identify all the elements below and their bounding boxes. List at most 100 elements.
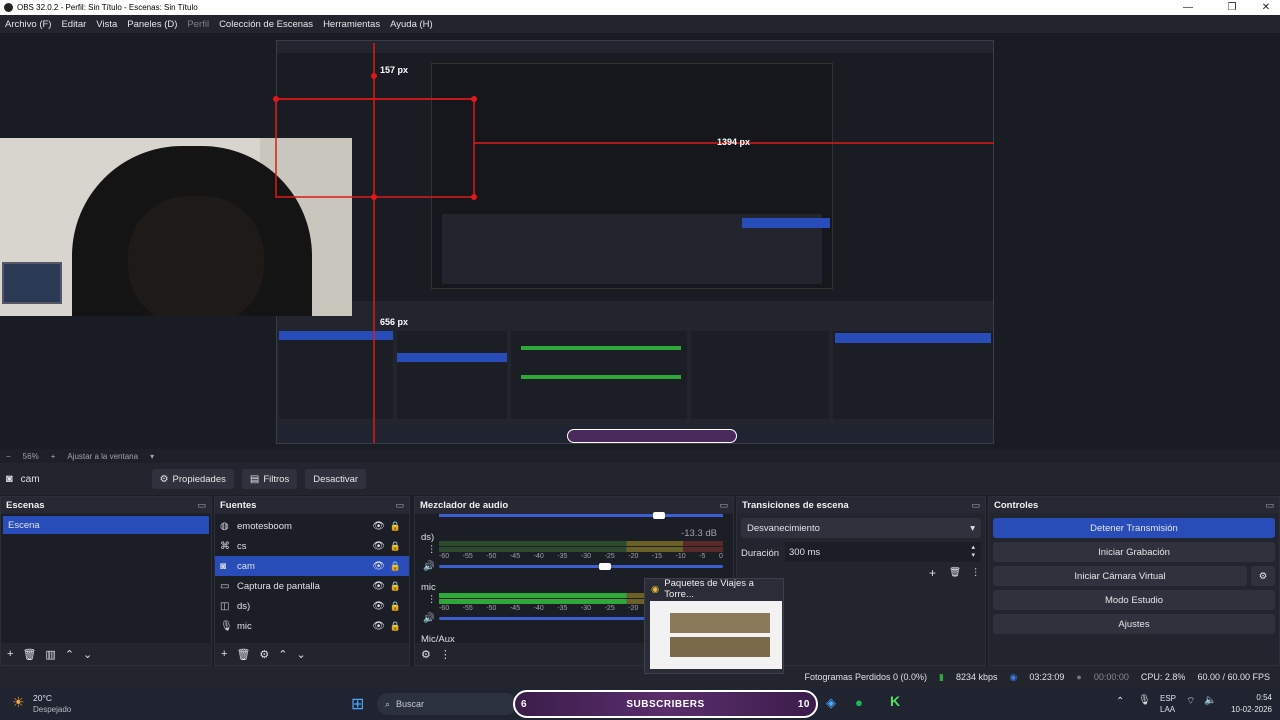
microphone-icon[interactable]: 🎙 (1138, 695, 1151, 706)
filter-icon: ▤ (249, 473, 260, 485)
source-name: mic (237, 620, 252, 632)
record-icon: ● (1076, 672, 1082, 682)
visibility-eye-icon[interactable]: 👁 (372, 621, 385, 632)
move-down-button[interactable]: ⌄ (83, 648, 92, 661)
language-indicator[interactable]: ESP LAA (1160, 693, 1176, 715)
transition-menu-icon[interactable]: ⋮ (971, 567, 981, 578)
visibility-eye-icon[interactable]: 👁 (372, 561, 385, 572)
menu-coleccion-escenas[interactable]: Colección de Escenas (219, 19, 313, 30)
weather-temp[interactable]: 20°C (33, 693, 52, 703)
studio-mode-button[interactable]: Modo Estudio (993, 590, 1275, 610)
undock-icon[interactable]: ▭ (395, 500, 404, 511)
weather-icon[interactable]: ☀ (12, 694, 25, 711)
speaker-icon[interactable]: 🔊 (423, 561, 435, 572)
remove-source-button[interactable]: 🗑 (236, 648, 250, 661)
properties-button[interactable]: ⚙ Propiedades (151, 469, 234, 489)
channel-menu-icon[interactable]: ⋮ (427, 594, 437, 605)
status-bar: Fotogramas Perdidos 0 (0.0%) ▮ 8234 kbps… (0, 666, 1280, 688)
volume-icon[interactable]: 🔈 (1204, 695, 1216, 706)
lock-icon[interactable]: 🔒 (390, 601, 401, 612)
stream-icon: ◉ (1009, 671, 1018, 682)
zoom-in-button[interactable]: + (51, 452, 56, 461)
channel-menu-icon[interactable]: ⋮ (427, 544, 437, 555)
visibility-eye-icon[interactable]: 👁 (372, 521, 385, 532)
mixer-settings-icon[interactable]: ⚙ (421, 648, 431, 661)
source-properties-button[interactable]: ⚙ (259, 648, 269, 661)
taskbar-preview-popup[interactable]: ◉ Paquetes de Viajes a Torre... (644, 578, 784, 674)
volume-fader[interactable] (439, 565, 723, 568)
lock-icon[interactable]: 🔒 (390, 621, 401, 632)
visibility-eye-icon[interactable]: 👁 (372, 601, 385, 612)
speaker-icon[interactable]: 🔊 (423, 613, 435, 624)
move-up-button[interactable]: ⌃ (278, 648, 287, 661)
duration-input[interactable]: 300 ms ▴ ▾ (785, 542, 981, 562)
menu-editar[interactable]: Editar (61, 19, 86, 30)
add-transition-button[interactable]: + (929, 566, 936, 580)
kick-icon[interactable]: K (890, 693, 900, 709)
undock-icon[interactable]: ▭ (719, 500, 728, 511)
start-virtual-cam-button[interactable]: Iniciar Cámara Virtual (993, 566, 1247, 586)
settings-button[interactable]: Ajustes (993, 614, 1275, 634)
stop-stream-button[interactable]: Detener Transmisión (993, 518, 1275, 538)
spotify-icon[interactable]: ● (855, 695, 863, 710)
close-button[interactable]: ✕ (1246, 0, 1280, 15)
menu-vista[interactable]: Vista (96, 19, 117, 30)
remove-transition-button[interactable]: 🗑 (949, 567, 961, 578)
move-down-button[interactable]: ⌄ (297, 648, 306, 661)
taskbar-search[interactable]: ⌕ Buscar (377, 693, 517, 715)
dropped-frames: Fotogramas Perdidos 0 (0.0%) (804, 672, 928, 682)
filters-button[interactable]: ▤ Filtros (241, 469, 298, 489)
remove-scene-button[interactable]: 🗑 (22, 648, 36, 661)
minimize-button[interactable]: — (1168, 0, 1208, 15)
wifi-icon[interactable]: ⌔ (1186, 695, 1195, 708)
scale-tick: -55 (462, 605, 473, 612)
lock-icon[interactable]: 🔒 (390, 581, 401, 592)
source-row-emotesboom[interactable]: ◍ emotesboom 👁 🔒 (215, 516, 409, 536)
fader-knob[interactable] (599, 563, 611, 570)
deactivate-button[interactable]: Desactivar (305, 469, 367, 489)
weather-desc[interactable]: Despejado (33, 705, 71, 714)
move-up-button[interactable]: ⌃ (65, 648, 74, 661)
source-row-cs[interactable]: ⌘ cs 👁 🔒 (215, 536, 409, 556)
undock-icon[interactable]: ▭ (1265, 500, 1274, 511)
lock-icon[interactable]: 🔒 (390, 521, 401, 532)
zoom-fit-label[interactable]: Ajustar a la ventana (67, 452, 138, 461)
preview-canvas[interactable]: 157 px 1394 px 656 px (0, 33, 1280, 449)
menu-archivo[interactable]: Archivo (F) (5, 19, 51, 30)
undock-icon[interactable]: ▭ (971, 500, 980, 511)
source-row-mic[interactable]: 🎙 mic 👁 🔒 (215, 616, 409, 636)
virtual-cam-settings-button[interactable]: ⚙ (1251, 566, 1275, 586)
chevron-up-icon[interactable]: ⌃ (1116, 696, 1124, 707)
popup-thumbnail[interactable] (650, 601, 782, 669)
overlay-right-count: 10 (797, 698, 810, 710)
scale-tick: -30 (580, 553, 592, 560)
undock-icon[interactable]: ▭ (197, 500, 206, 511)
add-scene-button[interactable]: + (7, 648, 13, 660)
spin-icon[interactable]: ▴ ▾ (971, 544, 975, 560)
menu-herramientas[interactable]: Herramientas (323, 19, 380, 30)
source-row-captura[interactable]: ▭ Captura de pantalla 👁 🔒 (215, 576, 409, 596)
visibility-eye-icon[interactable]: 👁 (372, 581, 385, 592)
lock-icon[interactable]: 🔒 (390, 561, 401, 572)
mixer-menu-icon[interactable]: ⋮ (440, 648, 451, 661)
menu-perfil[interactable]: Perfil (187, 19, 209, 30)
start-recording-button[interactable]: Iniciar Grabación (993, 542, 1275, 562)
zoom-out-button[interactable]: − (6, 452, 11, 461)
scene-item[interactable]: Escena (3, 516, 209, 534)
menu-paneles[interactable]: Paneles (D) (127, 19, 177, 30)
app-icon[interactable]: ◈ (826, 695, 836, 711)
transition-select[interactable]: Desvanecimiento ▾ (741, 518, 981, 538)
visibility-eye-icon[interactable]: 👁 (372, 541, 385, 552)
source-row-cam[interactable]: ◙ cam 👁 🔒 (215, 556, 409, 576)
scale-tick: -50 (486, 553, 497, 560)
scale-tick: -60 (439, 553, 450, 560)
scale-tick: -40 (533, 553, 544, 560)
clock[interactable]: 0:54 10-02-2026 (1231, 692, 1272, 716)
lock-icon[interactable]: 🔒 (390, 541, 401, 552)
scene-filters-button[interactable]: ▥ (45, 648, 55, 661)
windows-start-icon[interactable]: ⊞ (351, 694, 364, 714)
add-source-button[interactable]: + (221, 648, 227, 660)
source-row-ds[interactable]: ◫ ds) 👁 🔒 (215, 596, 409, 616)
menu-ayuda[interactable]: Ayuda (H) (390, 19, 433, 30)
chevron-down-icon[interactable]: ▾ (150, 452, 154, 461)
